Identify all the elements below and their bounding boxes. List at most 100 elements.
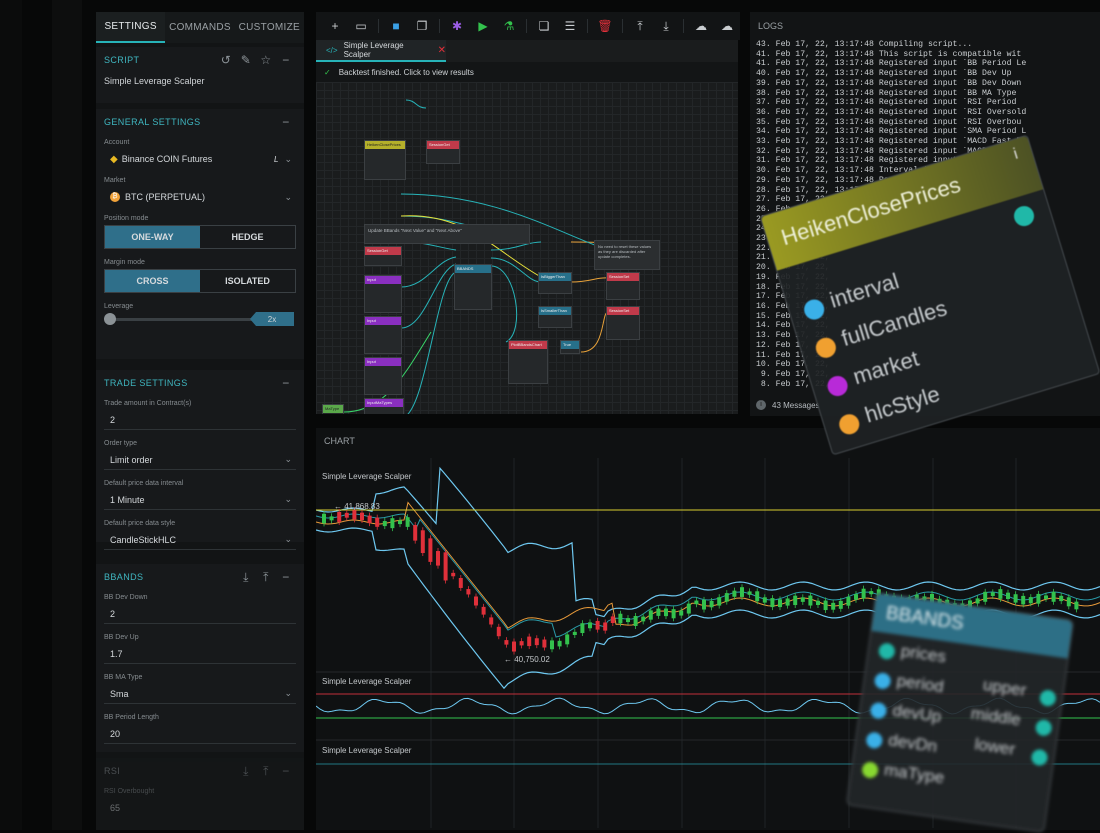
candle-body: [572, 631, 577, 636]
candle-body: [656, 608, 661, 616]
leverage-value-badge: 2x: [250, 312, 294, 326]
bbands-title: BBANDS: [104, 572, 144, 582]
import-icon[interactable]: ⤓: [653, 13, 679, 39]
candle-body: [626, 618, 630, 623]
node-ma-type[interactable]: MaType: [322, 404, 344, 414]
check-icon: ✓: [324, 67, 331, 77]
tab-settings[interactable]: SETTINGS: [96, 12, 166, 43]
candle-body: [436, 551, 440, 566]
collapse-icon[interactable]: −: [276, 570, 296, 584]
bbands-card-title: BBANDS: [884, 602, 965, 635]
cloud-upload-icon[interactable]: ☁: [688, 13, 714, 39]
download-icon[interactable]: ⤓: [236, 764, 256, 779]
info-icon: i: [1011, 145, 1021, 163]
period-input-label: period: [895, 670, 945, 697]
market-select[interactable]: ₿ BTC (PERPETUAL) ⌄: [104, 187, 296, 207]
account-select[interactable]: ◆ Binance COIN Futures L ⌄: [104, 149, 296, 169]
low-price-label: ← 40,750.02: [504, 655, 550, 664]
candle-body: [1013, 594, 1018, 603]
bb-ma-type-select[interactable]: Sma ⌄: [104, 684, 296, 704]
trade-amount-input[interactable]: 2: [104, 410, 296, 430]
bb-dev-down-input[interactable]: 2: [104, 604, 296, 624]
node-plot-bbands-chart[interactable]: PlotBBandsChart: [508, 340, 548, 384]
ma-type-input-label: maType: [883, 760, 946, 788]
download-icon[interactable]: ⤓: [236, 570, 256, 585]
collapse-icon[interactable]: −: [276, 115, 296, 129]
dev-dn-input-label: devDn: [887, 730, 939, 757]
node-input-ma-types[interactable]: InputMaTypes: [364, 398, 404, 414]
node-true[interactable]: True: [560, 340, 580, 354]
isolated-button[interactable]: ISOLATED: [200, 270, 295, 292]
candle-body: [990, 592, 995, 596]
collapse-icon[interactable]: −: [276, 764, 296, 778]
bb-dev-down-label: BB Dev Down: [104, 594, 148, 601]
node-session-get-2[interactable]: SessionGet: [364, 246, 402, 266]
collapse-icon[interactable]: −: [276, 53, 296, 67]
node-header: True: [561, 341, 579, 349]
node-smaller-than[interactable]: IsSmallerThan: [538, 306, 572, 328]
tab-script[interactable]: </> Simple Leverage Scalper ✕: [316, 40, 446, 62]
rsi-overbought-input[interactable]: 65: [104, 798, 296, 818]
list-icon[interactable]: ☰: [557, 13, 583, 39]
order-type-select[interactable]: Limit order ⌄: [104, 450, 296, 470]
log-line: 43. Feb 17, 22, 13:17:48 Compiling scrip…: [756, 40, 973, 49]
candle-body: [975, 598, 980, 604]
comment-note-1[interactable]: Update BBands "Next Value" and "Next Abo…: [364, 224, 530, 244]
candle-body: [641, 616, 646, 622]
one-way-button[interactable]: ONE-WAY: [105, 226, 200, 248]
general-settings-title: GENERAL SETTINGS: [104, 117, 201, 127]
backtest-banner[interactable]: ✓ Backtest finished. Click to view resul…: [316, 62, 738, 82]
bb-dev-up-input[interactable]: 1.7: [104, 644, 296, 664]
node-canvas[interactable]: HeikenClosePrices SessionGet Update BBan…: [316, 82, 738, 414]
tab-commands[interactable]: COMMANDS: [165, 12, 234, 43]
interval-select[interactable]: 1 Minute ⌄: [104, 490, 296, 510]
market-port-icon: [825, 373, 851, 399]
chart-panel-1-label: Simple Leverage Scalper: [322, 472, 412, 481]
node-header: MaType: [323, 405, 343, 413]
debug-bug-icon[interactable]: ✱: [444, 13, 470, 39]
general-settings-section: GENERAL SETTINGS − Account ◆ Binance COI…: [96, 109, 304, 359]
node-session-set-2[interactable]: SessionSet: [606, 306, 640, 340]
save-icon[interactable]: ■: [383, 13, 409, 39]
close-icon[interactable]: ✕: [438, 45, 446, 56]
collapse-icon[interactable]: −: [276, 376, 296, 390]
cross-button[interactable]: CROSS: [105, 270, 200, 292]
flask-icon[interactable]: ⚗: [496, 13, 522, 39]
candle-body: [686, 603, 691, 614]
interval-label: Default price data interval: [104, 480, 184, 487]
node-session-set-1[interactable]: SessionSet: [606, 272, 640, 300]
node-input-dev-down[interactable]: Input: [364, 357, 402, 395]
node-input-dev-up[interactable]: Input: [364, 316, 402, 354]
bb-period-input[interactable]: 20: [104, 724, 296, 744]
delete-icon[interactable]: 🗑: [592, 13, 618, 39]
add-icon[interactable]: +: [322, 13, 348, 39]
node-bbands[interactable]: BBANDS: [454, 264, 492, 310]
edit-icon[interactable]: ✎: [236, 53, 256, 67]
cloud-download-icon[interactable]: ☁: [714, 13, 740, 39]
data-style-label: Default price data style: [104, 520, 176, 527]
duplicate-icon[interactable]: ❏: [531, 13, 557, 39]
folder-icon[interactable]: ▭: [348, 13, 374, 39]
rsi-overbought-value: 65: [110, 803, 121, 813]
tab-customize[interactable]: CUSTOMIZE: [235, 12, 304, 43]
undo-icon[interactable]: ↺: [216, 53, 236, 67]
run-play-icon[interactable]: ▶: [470, 13, 496, 39]
leverage-slider[interactable]: 2x: [104, 312, 296, 328]
hedge-button[interactable]: HEDGE: [200, 226, 295, 248]
account-label: Account: [104, 139, 130, 146]
star-icon[interactable]: ☆: [256, 53, 276, 67]
log-line: 36. Feb 17, 22, 13:17:48 Registered inpu…: [756, 107, 1027, 117]
node-session-get[interactable]: SessionGet: [426, 140, 460, 164]
copy-icon[interactable]: ❐: [409, 13, 435, 39]
export-icon[interactable]: ⤒: [627, 13, 653, 39]
node-bigger-than[interactable]: IsBiggerThan: [538, 272, 572, 294]
bb-period-label: BB Period Length: [104, 714, 159, 721]
node-heiken-close-prices[interactable]: HeikenClosePrices: [364, 140, 406, 180]
candle-body: [664, 608, 668, 617]
upload-icon[interactable]: ⤒: [256, 764, 276, 779]
leverage-slider-handle[interactable]: [104, 313, 116, 325]
data-style-select[interactable]: CandleStickHLC ⌄: [104, 530, 296, 550]
comment-note-2[interactable]: No need to reset these values as they ar…: [594, 240, 660, 270]
upload-icon[interactable]: ⤒: [256, 570, 276, 585]
node-input-period[interactable]: Input: [364, 275, 402, 313]
